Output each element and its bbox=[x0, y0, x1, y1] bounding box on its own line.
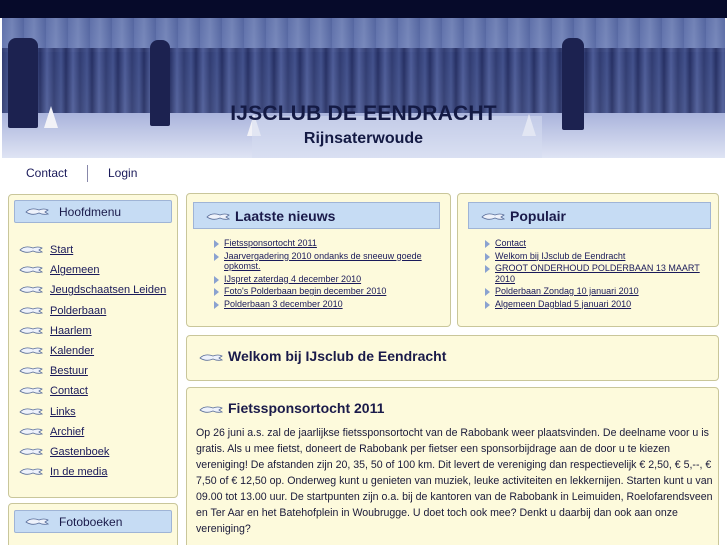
fish-icon bbox=[19, 367, 43, 374]
nav-login-link[interactable]: Login bbox=[108, 166, 137, 180]
sidebar-item-label[interactable]: Archief bbox=[50, 426, 84, 438]
fish-icon bbox=[199, 354, 223, 361]
nav-contact-link[interactable]: Contact bbox=[26, 166, 67, 180]
popular-link[interactable]: Contact bbox=[495, 238, 526, 248]
fish-icon bbox=[19, 246, 43, 253]
fish-icon bbox=[481, 213, 505, 220]
sidebar-menu-list: Start Algemeen Jeugdschaatsen Leiden Pol… bbox=[19, 244, 166, 486]
popular-item[interactable]: GROOT ONDERHOUD POLDERBAAN 13 MAART 2010 bbox=[485, 263, 700, 284]
news-link[interactable]: Foto's Polderbaan begin december 2010 bbox=[224, 286, 386, 296]
fish-icon bbox=[25, 518, 49, 525]
popular-item[interactable]: Algemeen Dagblad 5 januari 2010 bbox=[485, 299, 700, 310]
sidebar-item-algemeen[interactable]: Algemeen bbox=[19, 264, 166, 284]
fish-icon bbox=[19, 407, 43, 415]
sidebar-heading-fotoboeken[interactable]: Fotoboeken bbox=[14, 510, 172, 533]
fish-icon bbox=[19, 286, 43, 294]
fish-icon bbox=[19, 347, 43, 354]
fish-icon bbox=[206, 213, 230, 220]
fish-icon bbox=[25, 208, 49, 215]
fish-icon bbox=[199, 406, 223, 413]
sidebar-heading: Hoofdmenu bbox=[14, 200, 172, 223]
sidebar-item-haarlem[interactable]: Haarlem bbox=[19, 325, 166, 345]
sidebar-item-polderbaan[interactable]: Polderbaan bbox=[19, 305, 166, 325]
popular-item[interactable]: Polderbaan Zondag 10 januari 2010 bbox=[485, 286, 700, 297]
banner-trees bbox=[2, 18, 725, 52]
fish-icon bbox=[19, 468, 43, 475]
news-item[interactable]: Polderbaan 3 december 2010 bbox=[214, 299, 434, 310]
sidebar-item-label[interactable]: Polderbaan bbox=[50, 305, 106, 317]
latest-news-panel: Laatste nieuws Fietssponsortocht 2011 Ja… bbox=[186, 193, 451, 327]
fish-icon bbox=[19, 428, 43, 435]
fish-icon bbox=[19, 448, 43, 455]
article-body: Op 26 juni a.s. zal de jaarlijkse fietss… bbox=[196, 427, 713, 535]
sidebar-item-label[interactable]: Gastenboek bbox=[50, 446, 109, 458]
sidebar-item-gastenboek[interactable]: Gastenboek bbox=[19, 446, 166, 466]
top-bar bbox=[0, 0, 727, 18]
latest-news-title: Laatste nieuws bbox=[235, 208, 336, 224]
article-title: Fietssponsortocht 2011 bbox=[228, 400, 385, 416]
popular-item[interactable]: Welkom bij IJsclub de Eendracht bbox=[485, 251, 700, 262]
popular-link[interactable]: Polderbaan Zondag 10 januari 2010 bbox=[495, 286, 639, 296]
popular-item[interactable]: Contact bbox=[485, 238, 700, 249]
sidebar-item-label[interactable]: Algemeen bbox=[50, 264, 100, 276]
popular-heading: Populair bbox=[468, 202, 711, 229]
sidebar-item-label[interactable]: Start bbox=[50, 244, 73, 256]
sidebar-item-label[interactable]: Jeugdschaatsen Leiden bbox=[50, 284, 166, 296]
sidebar-item-label[interactable]: Contact bbox=[50, 385, 88, 397]
top-navigation: Contact Login bbox=[0, 162, 727, 186]
news-link[interactable]: Jaarvergadering 2010 ondanks de sneeuw g… bbox=[224, 251, 422, 272]
latest-news-list: Fietssponsortocht 2011 Jaarvergadering 2… bbox=[214, 238, 434, 311]
news-item[interactable]: Jaarvergadering 2010 ondanks de sneeuw g… bbox=[214, 251, 434, 272]
sidebar-heading-label: Hoofdmenu bbox=[59, 205, 122, 219]
sidebar-main-menu: Hoofdmenu Start Algemeen Jeugdschaatsen … bbox=[8, 194, 178, 498]
sidebar-photo-albums: Fotoboeken bbox=[8, 503, 178, 545]
header-banner: IJSCLUB DE EENDRACHT Rijnsaterwoude bbox=[2, 18, 725, 158]
article-heading[interactable]: Fietssponsortocht 2011 bbox=[192, 400, 384, 422]
fish-icon bbox=[19, 387, 43, 395]
sidebar-item-bestuur[interactable]: Bestuur bbox=[19, 365, 166, 385]
fish-icon bbox=[19, 307, 43, 314]
sidebar-item-links[interactable]: Links bbox=[19, 406, 166, 426]
popular-link[interactable]: Algemeen Dagblad 5 januari 2010 bbox=[495, 299, 631, 309]
popular-link[interactable]: GROOT ONDERHOUD POLDERBAAN 13 MAART 2010 bbox=[495, 263, 700, 284]
news-item[interactable]: Foto's Polderbaan begin december 2010 bbox=[214, 286, 434, 297]
latest-news-heading: Laatste nieuws bbox=[193, 202, 440, 229]
sidebar-item-archief[interactable]: Archief bbox=[19, 426, 166, 446]
nav-separator bbox=[87, 165, 88, 182]
news-item[interactable]: Fietssponsortocht 2011 bbox=[214, 238, 434, 249]
sidebar-item-label[interactable]: Kalender bbox=[50, 345, 94, 357]
sidebar-item-kalender[interactable]: Kalender bbox=[19, 345, 166, 365]
sidebar-item-jeugdschaatsen[interactable]: Jeugdschaatsen Leiden bbox=[19, 284, 166, 304]
sidebar-item-label[interactable]: Bestuur bbox=[50, 365, 88, 377]
sidebar-item-label[interactable]: Haarlem bbox=[50, 325, 92, 337]
welcome-heading: Welkom bij IJsclub de Eendracht bbox=[192, 348, 446, 370]
popular-list: Contact Welkom bij IJsclub de Eendracht … bbox=[485, 238, 700, 311]
sidebar-item-start[interactable]: Start bbox=[19, 244, 166, 264]
sidebar-heading-label: Fotoboeken bbox=[59, 515, 123, 529]
site-subtitle: Rijnsaterwoude bbox=[303, 130, 424, 147]
news-link[interactable]: IJspret zaterdag 4 december 2010 bbox=[224, 274, 361, 284]
sidebar-item-in-de-media[interactable]: In de media bbox=[19, 466, 166, 486]
news-link[interactable]: Fietssponsortocht 2011 bbox=[224, 238, 317, 248]
popular-panel: Populair Contact Welkom bij IJsclub de E… bbox=[457, 193, 719, 327]
sidebar-item-label[interactable]: Links bbox=[50, 406, 76, 418]
popular-link[interactable]: Welkom bij IJsclub de Eendracht bbox=[495, 251, 625, 261]
sidebar-item-contact[interactable]: Contact bbox=[19, 385, 166, 405]
popular-title: Populair bbox=[510, 208, 567, 224]
news-item[interactable]: IJspret zaterdag 4 december 2010 bbox=[214, 274, 434, 285]
site-title: IJSCLUB DE EENDRACHT bbox=[230, 102, 497, 125]
fish-icon bbox=[19, 266, 43, 273]
fish-icon bbox=[19, 327, 43, 334]
welcome-panel: Welkom bij IJsclub de Eendracht bbox=[186, 335, 719, 381]
sidebar-item-label[interactable]: In de media bbox=[50, 466, 107, 478]
news-link[interactable]: Polderbaan 3 december 2010 bbox=[224, 299, 343, 309]
welcome-title: Welkom bij IJsclub de Eendracht bbox=[228, 348, 447, 364]
